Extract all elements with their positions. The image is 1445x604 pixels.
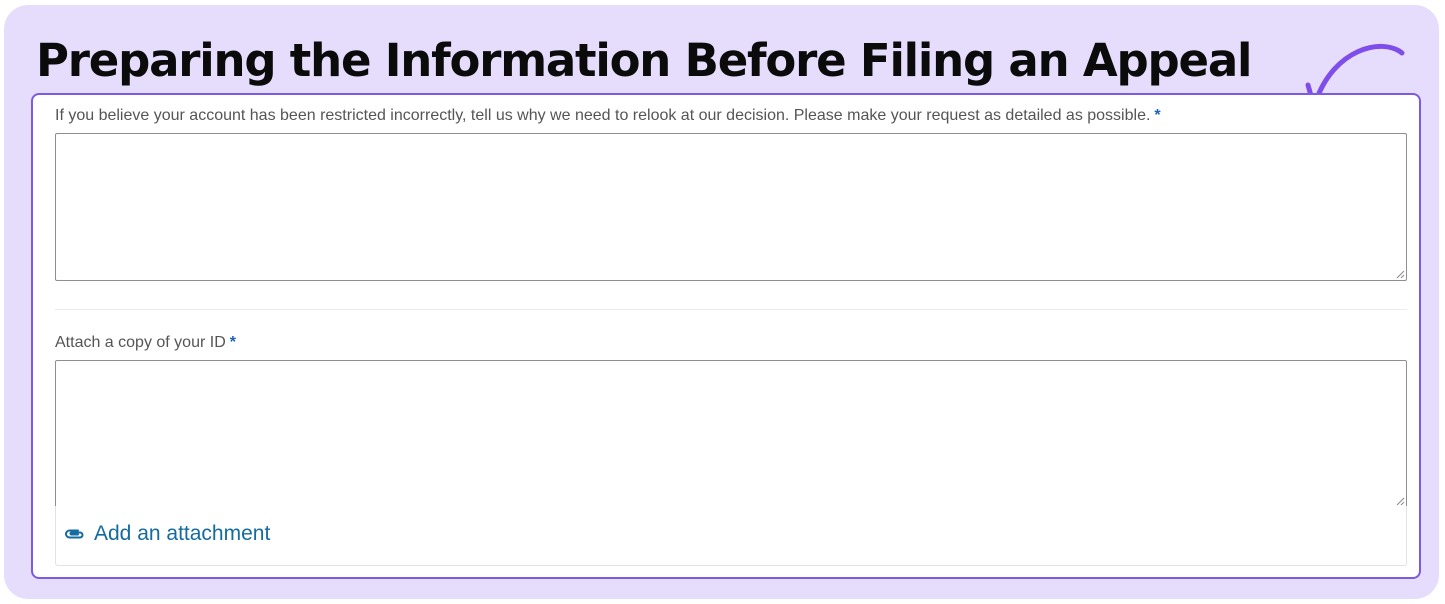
required-marker: * [1154,107,1161,124]
reason-textarea[interactable] [55,133,1407,281]
add-attachment-link[interactable]: Add an attachment [64,522,270,546]
required-marker: * [229,334,236,351]
attachment-area: Add an attachment [55,506,1407,566]
reason-label: If you believe your account has been res… [55,107,1161,125]
section-divider [55,309,1407,310]
paperclip-icon [65,529,84,539]
reason-label-text: If you believe your account has been res… [55,107,1151,124]
id-label-text: Attach a copy of your ID [55,334,226,351]
id-label: Attach a copy of your ID * [55,334,236,352]
page-title: Preparing the Information Before Filing … [36,34,1252,87]
add-attachment-label: Add an attachment [94,522,271,545]
resize-grip-icon[interactable] [1396,497,1405,506]
resize-grip-icon[interactable] [1396,270,1405,279]
id-textarea[interactable] [55,360,1407,508]
appeal-form: If you believe your account has been res… [31,93,1421,579]
